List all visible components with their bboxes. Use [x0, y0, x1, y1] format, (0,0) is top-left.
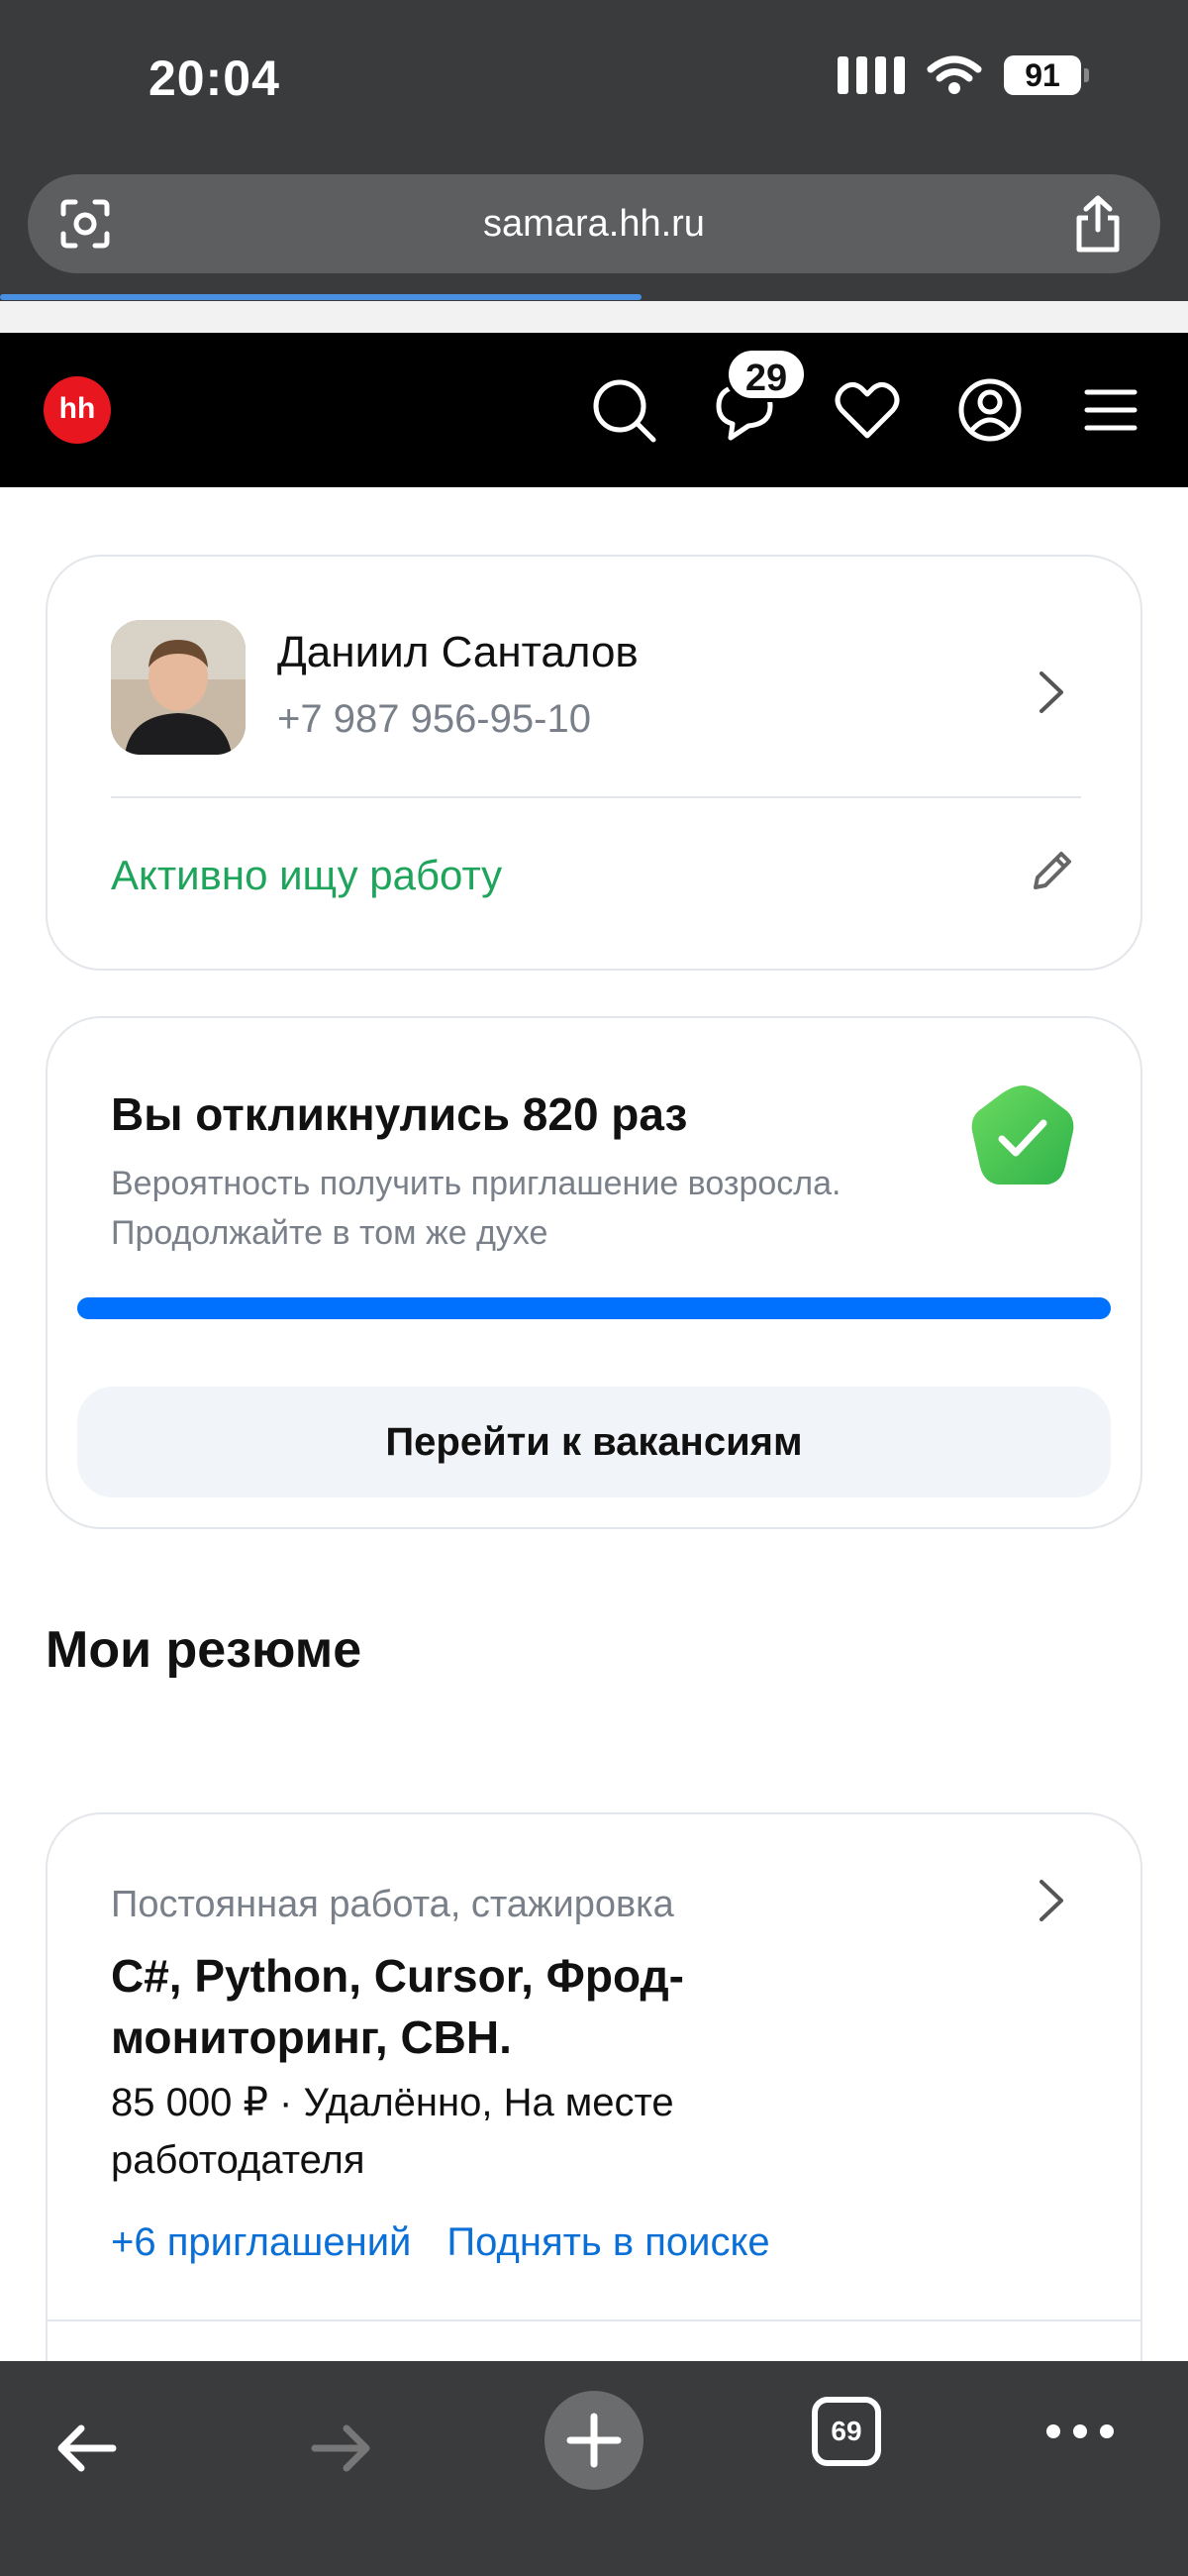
responses-progress-fill — [77, 1297, 1111, 1319]
edit-pencil-icon[interactable] — [1028, 846, 1077, 895]
tabs-button[interactable]: 69 — [812, 2397, 881, 2466]
plus-icon — [566, 2413, 622, 2468]
responses-progress-track — [77, 1297, 1111, 1319]
browser-top-chrome: 20:04 91 samara.hh.ru — [0, 0, 1188, 297]
chevron-right-icon[interactable] — [1034, 1876, 1069, 1925]
url-text[interactable]: samara.hh.ru — [28, 174, 1160, 273]
profile-phone: +7 987 956-95-10 — [277, 697, 591, 741]
arrow-right-icon — [311, 2424, 370, 2472]
wifi-icon — [927, 55, 982, 94]
job-search-status[interactable]: Активно ищу работу — [111, 852, 502, 899]
heart-icon[interactable] — [832, 374, 903, 446]
cellular-signal-icon — [838, 56, 905, 94]
responses-title: Вы откликнулись 820 раз — [111, 1088, 688, 1140]
share-icon[interactable] — [1071, 194, 1125, 254]
profile-card[interactable]: Даниил Санталов +7 987 956-95-10 Активно… — [46, 555, 1142, 971]
profile-icon[interactable] — [954, 374, 1026, 446]
divider — [48, 2319, 1140, 2321]
site-header: hh 29 — [0, 333, 1188, 487]
resume-employment-type: Постоянная работа, стажировка — [111, 1884, 674, 1925]
resume-actions: +6 приглашений Поднять в поиске — [111, 2220, 770, 2265]
responses-card: Вы откликнулись 820 раз Вероятность полу… — [46, 1016, 1142, 1529]
resume-salary-location: 85 000 ₽ · Удалённо, На месте работодате… — [111, 2081, 674, 2182]
new-tab-button[interactable] — [544, 2391, 644, 2490]
resume-title[interactable]: C#, Python, Cursor, Фрод-мониторинг, СВН… — [111, 1945, 863, 2068]
responses-subtitle: Вероятность получить приглашение возросл… — [111, 1165, 842, 1252]
profile-name: Даниил Санталов — [277, 628, 639, 676]
status-indicators: 91 — [838, 55, 1089, 95]
boost-in-search-link[interactable]: Поднять в поиске — [446, 2220, 769, 2265]
more-icon[interactable] — [1043, 2417, 1117, 2446]
page-load-progress — [0, 294, 642, 300]
back-button[interactable] — [48, 2409, 127, 2488]
invitations-link[interactable]: +6 приглашений — [111, 2220, 411, 2265]
my-resumes-title: Мои резюме — [46, 1621, 362, 1679]
arrow-left-icon — [57, 2424, 117, 2472]
forward-button[interactable] — [301, 2409, 380, 2488]
check-badge-icon — [971, 1085, 1074, 1185]
divider — [111, 796, 1081, 798]
search-icon[interactable] — [588, 374, 659, 446]
battery-icon: 91 — [1004, 55, 1089, 95]
go-to-vacancies-button[interactable]: Перейти к вакансиям — [77, 1387, 1111, 1497]
status-time: 20:04 — [148, 51, 280, 106]
avatar[interactable] — [111, 620, 246, 755]
browser-toolbar: 69 — [0, 2361, 1188, 2576]
address-bar[interactable]: samara.hh.ru — [28, 174, 1160, 273]
chevron-right-icon[interactable] — [1034, 668, 1069, 717]
messages-badge: 29 — [725, 347, 808, 402]
battery-level: 91 — [1004, 55, 1081, 95]
hh-logo[interactable]: hh — [44, 376, 111, 444]
menu-icon[interactable] — [1075, 374, 1146, 446]
